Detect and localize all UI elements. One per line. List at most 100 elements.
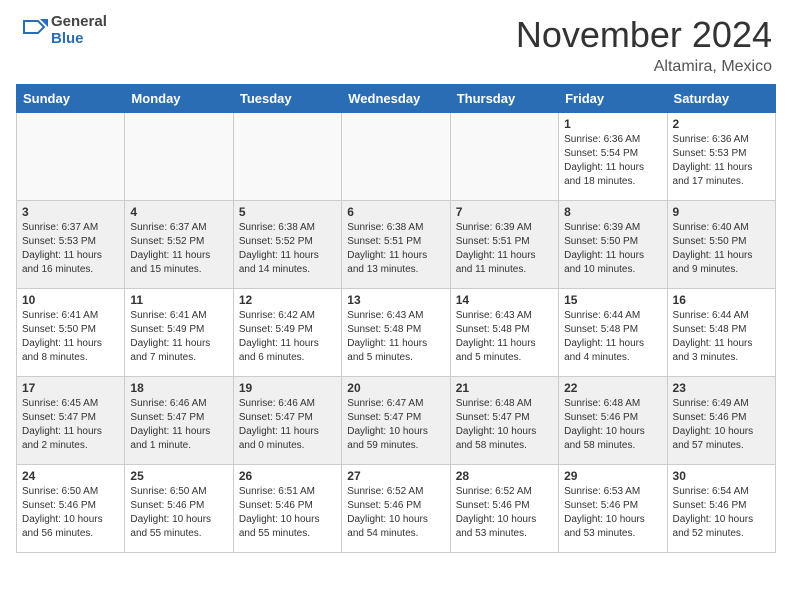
table-row: 21 Sunrise: 6:48 AMSunset: 5:47 PMDayligh… [450,377,558,465]
day-number: 30 [673,469,770,483]
day-number: 27 [347,469,444,483]
day-number: 22 [564,381,661,395]
day-number: 28 [456,469,553,483]
day-info: Sunrise: 6:41 AMSunset: 5:49 PMDaylight:… [130,309,227,365]
day-info: Sunrise: 6:53 AMSunset: 5:46 PMDaylight:… [564,485,661,541]
day-number: 23 [673,381,770,395]
day-number: 21 [456,381,553,395]
table-row [450,113,558,201]
day-info: Sunrise: 6:41 AMSunset: 5:50 PMDaylight:… [22,309,119,365]
table-row: 11 Sunrise: 6:41 AMSunset: 5:49 PMDayligh… [125,289,233,377]
day-number: 11 [130,293,227,307]
day-info: Sunrise: 6:48 AMSunset: 5:47 PMDaylight:… [456,397,553,453]
week-row-5: 24 Sunrise: 6:50 AMSunset: 5:46 PMDayligh… [17,465,776,553]
day-number: 24 [22,469,119,483]
day-info: Sunrise: 6:44 AMSunset: 5:48 PMDaylight:… [564,309,661,365]
table-row: 25Sunrise: 6:50 AMSunset: 5:46 PMDayligh… [125,465,233,553]
day-info: Sunrise: 6:37 AMSunset: 5:53 PMDaylight:… [22,221,119,277]
day-info: Sunrise: 6:46 AMSunset: 5:47 PMDaylight:… [239,397,336,453]
table-row: 9Sunrise: 6:40 AMSunset: 5:50 PMDaylight… [667,201,775,289]
day-number: 1 [564,117,661,131]
table-row: 27 Sunrise: 6:52 AMSunset: 5:46 PMDayligh… [342,465,450,553]
day-number: 19 [239,381,336,395]
table-row [125,113,233,201]
day-info: Sunrise: 6:46 AMSunset: 5:47 PMDaylight:… [130,397,227,453]
table-row: 28 Sunrise: 6:52 AMSunset: 5:46 PMDayligh… [450,465,558,553]
day-number: 29 [564,469,661,483]
day-number: 17 [22,381,119,395]
col-tuesday: Tuesday [233,85,341,113]
logo-icon [20,17,48,45]
day-info: Sunrise: 6:51 AMSunset: 5:46 PMDaylight:… [239,485,336,541]
table-row: 13Sunrise: 6:43 AMSunset: 5:48 PMDayligh… [342,289,450,377]
table-row: 2 Sunrise: 6:36 AMSunset: 5:53 PMDaylight… [667,113,775,201]
day-info: Sunrise: 6:38 AMSunset: 5:52 PMDaylight:… [239,221,336,277]
col-thursday: Thursday [450,85,558,113]
table-row: 19 Sunrise: 6:46 AMSunset: 5:47 PMDayligh… [233,377,341,465]
day-info: Sunrise: 6:48 AMSunset: 5:46 PMDaylight:… [564,397,661,453]
table-row: 20 Sunrise: 6:47 AMSunset: 5:47 PMDayligh… [342,377,450,465]
table-row: 10 Sunrise: 6:41 AMSunset: 5:50 PMDayligh… [17,289,125,377]
day-number: 20 [347,381,444,395]
day-number: 4 [130,205,227,219]
week-row-1: 1 Sunrise: 6:36 AMSunset: 5:54 PMDaylight… [17,113,776,201]
day-number: 6 [347,205,444,219]
page-header: General Blue November 2024 Altamira, Mex… [0,0,792,84]
table-row: 4 Sunrise: 6:37 AMSunset: 5:52 PMDaylight… [125,201,233,289]
table-row [17,113,125,201]
table-row: 16 Sunrise: 6:44 AMSunset: 5:48 PMDayligh… [667,289,775,377]
calendar-table: Sunday Monday Tuesday Wednesday Thursday… [16,84,776,553]
calendar-header-row: Sunday Monday Tuesday Wednesday Thursday… [17,85,776,113]
week-row-3: 10 Sunrise: 6:41 AMSunset: 5:50 PMDayligh… [17,289,776,377]
table-row [233,113,341,201]
logo-blue: Blue [51,31,107,48]
table-row: 29 Sunrise: 6:53 AMSunset: 5:46 PMDayligh… [559,465,667,553]
table-row: 12 Sunrise: 6:42 AMSunset: 5:49 PMDayligh… [233,289,341,377]
day-info: Sunrise: 6:45 AMSunset: 5:47 PMDaylight:… [22,397,119,453]
table-row: 22 Sunrise: 6:48 AMSunset: 5:46 PMDayligh… [559,377,667,465]
day-number: 14 [456,293,553,307]
col-wednesday: Wednesday [342,85,450,113]
location: Altamira, Mexico [516,58,772,76]
day-info: Sunrise: 6:39 AMSunset: 5:51 PMDaylight:… [456,221,553,277]
day-info: Sunrise: 6:37 AMSunset: 5:52 PMDaylight:… [130,221,227,277]
day-info: Sunrise: 6:52 AMSunset: 5:46 PMDaylight:… [347,485,444,541]
table-row: 26 Sunrise: 6:51 AMSunset: 5:46 PMDayligh… [233,465,341,553]
day-number: 15 [564,293,661,307]
day-number: 12 [239,293,336,307]
day-number: 10 [22,293,119,307]
table-row: 3 Sunrise: 6:37 AMSunset: 5:53 PMDaylight… [17,201,125,289]
table-row [342,113,450,201]
day-number: 8 [564,205,661,219]
week-row-4: 17 Sunrise: 6:45 AMSunset: 5:47 PMDayligh… [17,377,776,465]
logo-general: General [51,14,107,31]
day-info: Sunrise: 6:42 AMSunset: 5:49 PMDaylight:… [239,309,336,365]
day-number: 18 [130,381,227,395]
day-info: Sunrise: 6:50 AMSunset: 5:46 PMDaylight:… [22,485,119,541]
day-info: Sunrise: 6:47 AMSunset: 5:47 PMDaylight:… [347,397,444,453]
day-info: Sunrise: 6:49 AMSunset: 5:46 PMDaylight:… [673,397,770,453]
col-sunday: Sunday [17,85,125,113]
day-info: Sunrise: 6:52 AMSunset: 5:46 PMDaylight:… [456,485,553,541]
table-row: 5 Sunrise: 6:38 AMSunset: 5:52 PMDaylight… [233,201,341,289]
table-row: 8Sunrise: 6:39 AMSunset: 5:50 PMDaylight… [559,201,667,289]
day-info: Sunrise: 6:44 AMSunset: 5:48 PMDaylight:… [673,309,770,365]
table-row: 18 Sunrise: 6:46 AMSunset: 5:47 PMDayligh… [125,377,233,465]
month-title: November 2024 [516,14,772,56]
table-row: 23 Sunrise: 6:49 AMSunset: 5:46 PMDayligh… [667,377,775,465]
day-number: 3 [22,205,119,219]
day-info: Sunrise: 6:43 AMSunset: 5:48 PMDaylight:… [347,309,444,365]
day-info: Sunrise: 6:36 AMSunset: 5:54 PMDaylight:… [564,133,661,189]
day-number: 5 [239,205,336,219]
col-friday: Friday [559,85,667,113]
table-row: 30Sunrise: 6:54 AMSunset: 5:46 PMDayligh… [667,465,775,553]
day-number: 7 [456,205,553,219]
day-number: 25 [130,469,227,483]
day-number: 2 [673,117,770,131]
table-row: 15 Sunrise: 6:44 AMSunset: 5:48 PMDayligh… [559,289,667,377]
day-number: 26 [239,469,336,483]
day-number: 16 [673,293,770,307]
table-row: 17 Sunrise: 6:45 AMSunset: 5:47 PMDayligh… [17,377,125,465]
col-saturday: Saturday [667,85,775,113]
day-info: Sunrise: 6:36 AMSunset: 5:53 PMDaylight:… [673,133,770,189]
